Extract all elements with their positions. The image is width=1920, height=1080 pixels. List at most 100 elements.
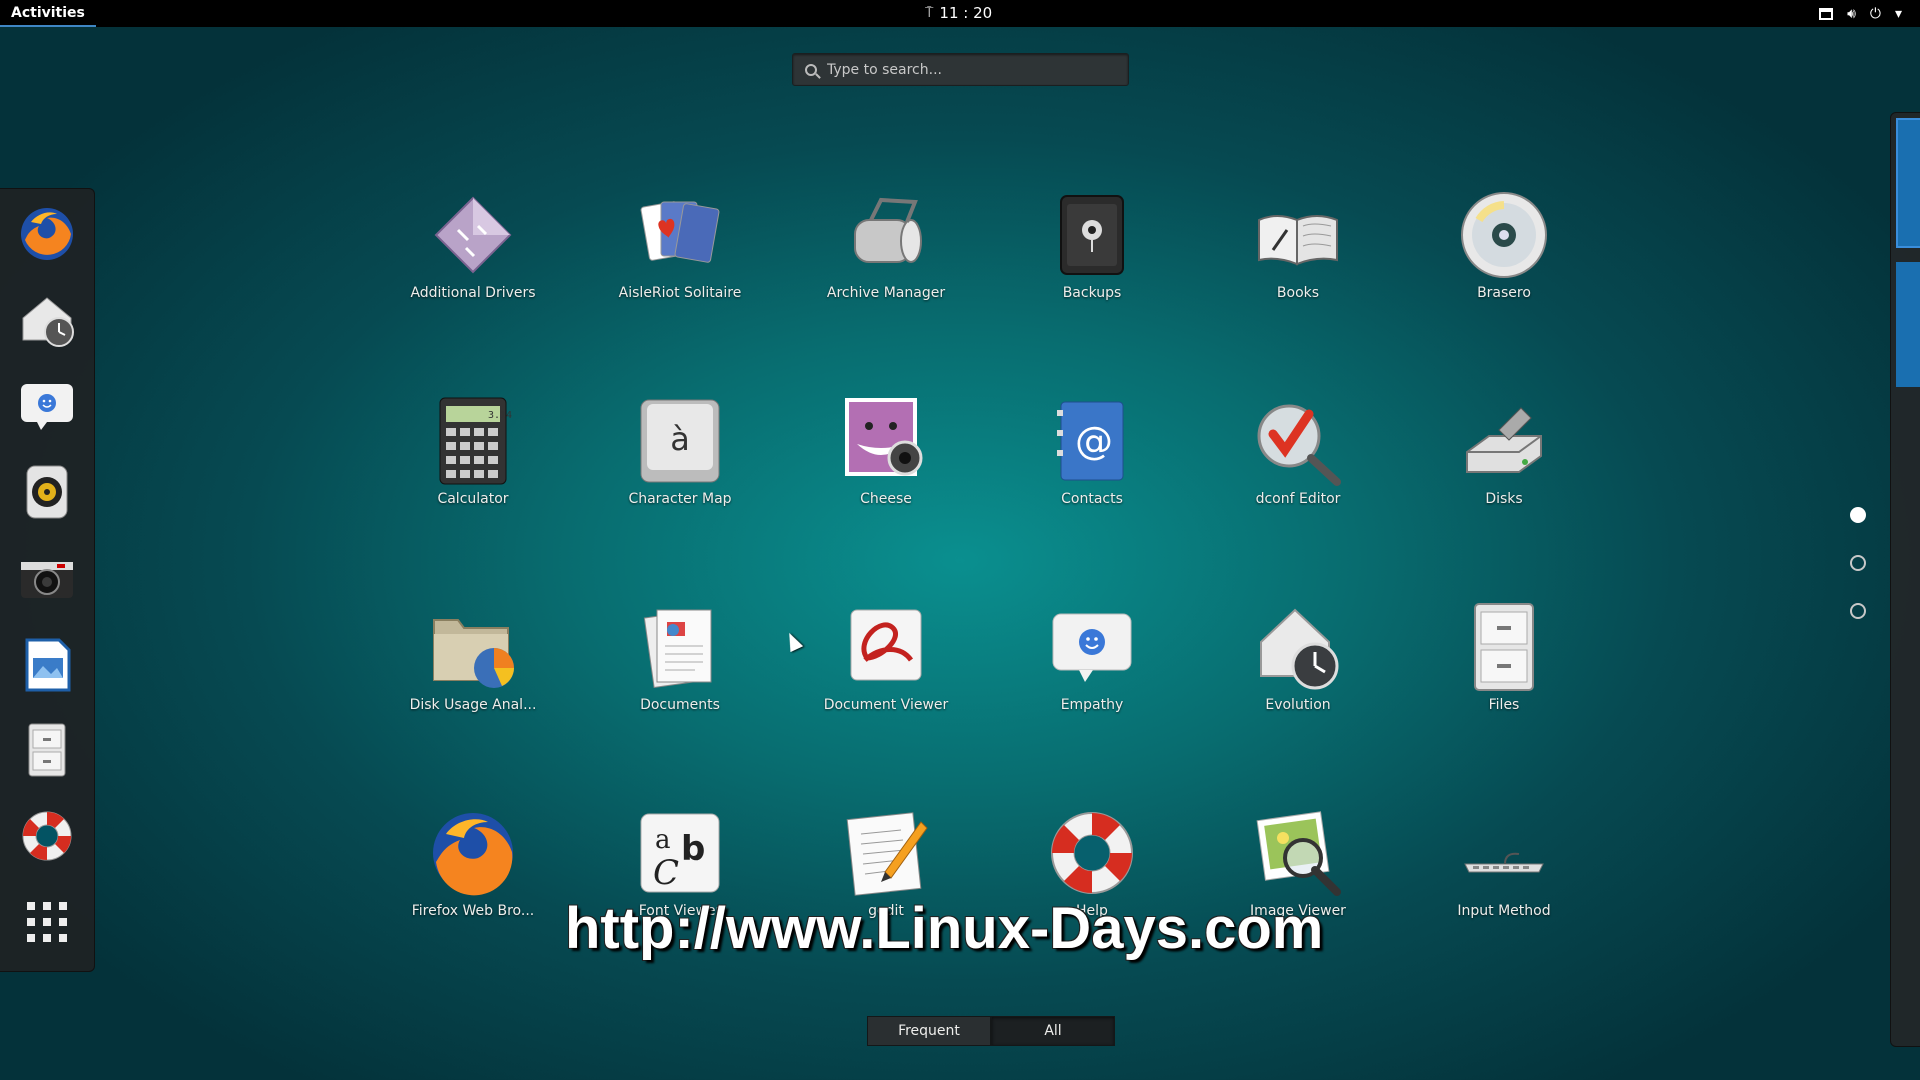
- documents-icon: [643, 609, 712, 688]
- input-method-icon: [1464, 852, 1544, 873]
- aisleriot-icon: [640, 201, 720, 263]
- app-archive-manager[interactable]: Archive Manager: [791, 190, 981, 330]
- app-disks[interactable]: Disks: [1409, 396, 1599, 536]
- window-icon[interactable]: [1819, 7, 1834, 20]
- app-books[interactable]: Books: [1203, 190, 1393, 330]
- writer-document-icon: [25, 638, 71, 692]
- disks-icon: [1466, 407, 1542, 473]
- app-label: Brasero: [1477, 285, 1531, 301]
- show-applications-button[interactable]: [14, 889, 80, 955]
- dash-help[interactable]: [14, 803, 80, 869]
- cheese-icon: [845, 398, 923, 476]
- app-calculator[interactable]: 3.14 Calculator: [378, 396, 568, 536]
- search-box[interactable]: [792, 53, 1129, 86]
- app-label: Firefox Web Bro...: [411, 903, 535, 919]
- app-character-map[interactable]: à Character Map: [585, 396, 775, 536]
- activities-button[interactable]: Activities: [0, 0, 96, 27]
- notification-icon: ⍑: [925, 5, 934, 21]
- app-firefox[interactable]: Firefox Web Bro...: [378, 808, 568, 948]
- svg-text:C: C: [653, 853, 679, 893]
- app-label: Files: [1488, 697, 1520, 713]
- app-aisleriot[interactable]: AisleRiot Solitaire: [585, 190, 775, 330]
- workspace-thumbnail-2[interactable]: [1896, 262, 1920, 387]
- app-label: dconf Editor: [1255, 491, 1341, 507]
- app-input-method[interactable]: Input Method: [1409, 808, 1599, 948]
- search-input[interactable]: [827, 61, 1087, 78]
- app-label: AisleRiot Solitaire: [618, 285, 742, 301]
- page-indicator-3[interactable]: [1850, 603, 1866, 619]
- dash-firefox[interactable]: [14, 201, 80, 267]
- dash-evolution[interactable]: [14, 287, 80, 353]
- top-bar: Activities ⍑ 11 : 20 🔊︎ ⏻ ▾: [0, 0, 1920, 27]
- disk-usage-icon: [433, 619, 514, 688]
- app-evolution[interactable]: Evolution: [1203, 602, 1393, 742]
- app-label: Disk Usage Anal...: [409, 697, 537, 713]
- app-cheese[interactable]: Cheese: [791, 396, 981, 536]
- dash-camera[interactable]: [14, 545, 80, 611]
- app-documents[interactable]: Documents: [585, 602, 775, 742]
- app-contacts[interactable]: @ Contacts: [997, 396, 1187, 536]
- dash-empathy[interactable]: [14, 373, 80, 439]
- cheese-camera-icon: [21, 562, 73, 598]
- all-tab[interactable]: All: [991, 1016, 1115, 1046]
- help-icon: [1051, 812, 1133, 894]
- dropdown-icon[interactable]: ▾: [1895, 6, 1902, 22]
- app-label: Character Map: [628, 491, 732, 507]
- page-indicator-1[interactable]: [1850, 507, 1866, 523]
- app-additional-drivers[interactable]: Additional Drivers: [378, 190, 568, 330]
- clock-time: 11 : 20: [939, 4, 993, 22]
- empathy-icon: [1052, 613, 1132, 682]
- app-files[interactable]: Files: [1409, 602, 1599, 742]
- app-disk-usage[interactable]: Disk Usage Anal...: [378, 602, 568, 742]
- view-toggle: Frequent All: [867, 1016, 1115, 1046]
- app-document-viewer[interactable]: Document Viewer: [791, 602, 981, 742]
- calculator-icon: 3.14: [439, 397, 512, 485]
- page-indicator-2[interactable]: [1850, 555, 1866, 571]
- brasero-icon: [1461, 192, 1547, 278]
- app-label: Calculator: [437, 491, 509, 507]
- app-empathy[interactable]: Empathy: [997, 602, 1187, 742]
- app-backups[interactable]: Backups: [997, 190, 1187, 330]
- files-icon: [28, 723, 66, 777]
- help-icon: [22, 811, 72, 861]
- app-label: Document Viewer: [823, 697, 949, 713]
- app-brasero[interactable]: Brasero: [1409, 190, 1599, 330]
- books-icon: [1258, 215, 1338, 266]
- dash-writer[interactable]: [14, 631, 80, 697]
- watermark-text: http://www.Linux-Days.com: [565, 896, 1324, 961]
- archive-manager-icon: [854, 197, 922, 263]
- document-viewer-icon: [850, 609, 922, 681]
- additional-drivers-icon: [434, 196, 512, 274]
- app-label: Additional Drivers: [410, 285, 536, 301]
- search-icon: [805, 63, 817, 76]
- system-tray[interactable]: 🔊︎ ⏻ ▾: [1819, 0, 1902, 27]
- volume-icon[interactable]: 🔊︎: [1847, 6, 1856, 22]
- svg-text:b: b: [681, 829, 705, 869]
- workspace-thumbnail-1[interactable]: [1896, 118, 1920, 248]
- dconf-editor-icon: [1257, 404, 1341, 486]
- character-map-icon: à: [640, 399, 720, 483]
- frequent-tab[interactable]: Frequent: [867, 1016, 991, 1046]
- app-label: Input Method: [1457, 903, 1551, 919]
- dash-files[interactable]: [14, 717, 80, 783]
- clock[interactable]: ⍑ 11 : 20: [925, 0, 992, 27]
- app-label: Disks: [1485, 491, 1523, 507]
- app-label: Books: [1276, 285, 1320, 301]
- workspace-selector: [1890, 112, 1920, 1047]
- app-dconf-editor[interactable]: dconf Editor: [1203, 396, 1393, 536]
- contacts-icon: @: [1057, 401, 1124, 481]
- gedit-icon: [846, 812, 928, 896]
- app-label: Cheese: [860, 491, 912, 507]
- app-label: Evolution: [1265, 697, 1331, 713]
- backups-icon: [1060, 195, 1124, 275]
- svg-text:à: à: [670, 420, 690, 458]
- app-label: Backups: [1062, 285, 1122, 301]
- firefox-icon: [21, 208, 73, 260]
- dash-rhythmbox[interactable]: [14, 459, 80, 525]
- image-viewer-icon: [1256, 811, 1341, 896]
- power-icon[interactable]: ⏻: [1870, 6, 1881, 22]
- firefox-icon: [433, 813, 513, 896]
- dash: [0, 188, 95, 972]
- svg-text:3.14: 3.14: [488, 410, 512, 421]
- evolution-icon: [1260, 608, 1339, 690]
